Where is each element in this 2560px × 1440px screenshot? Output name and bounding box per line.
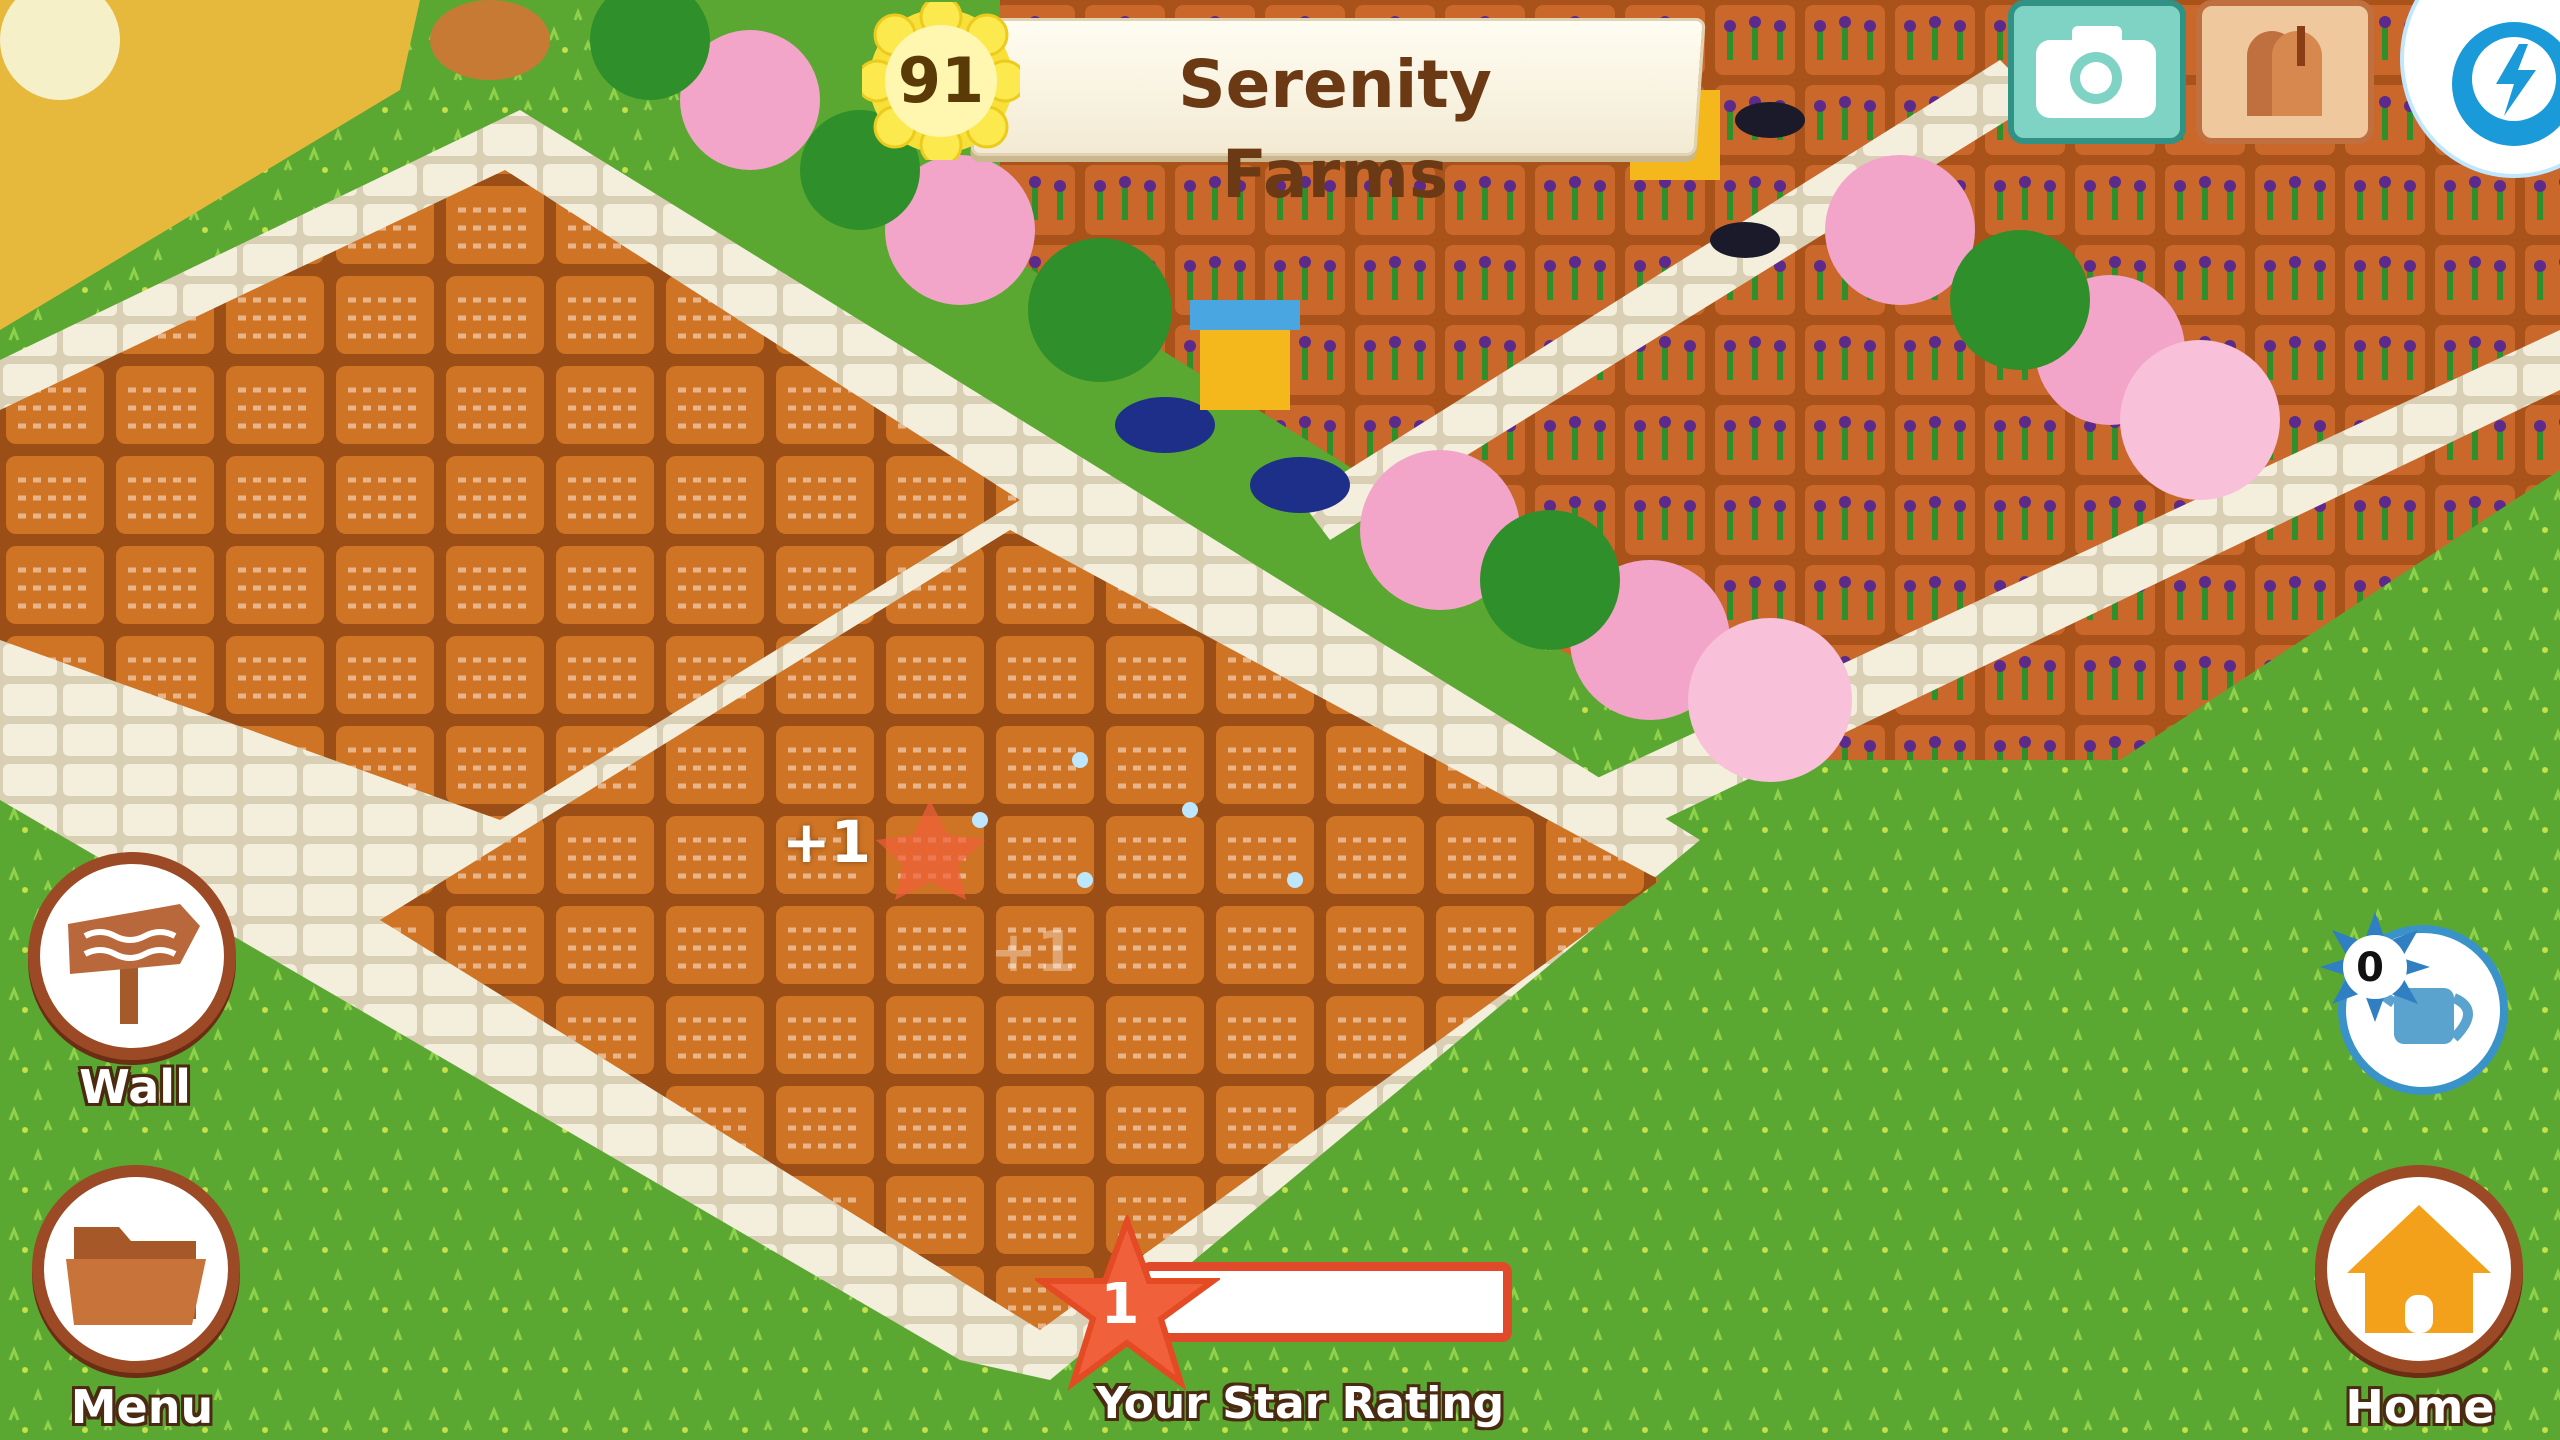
mailbox-button[interactable] <box>2196 0 2374 144</box>
energy-icon <box>2452 22 2560 146</box>
floating-reward-text: +1 <box>782 808 871 876</box>
energy-button[interactable] <box>2400 0 2560 178</box>
menu-label: Menu <box>70 1380 214 1434</box>
camera-icon <box>2036 26 2156 118</box>
deer[interactable] <box>430 0 550 80</box>
star-rating-label: Your Star Rating <box>1095 1378 1505 1429</box>
crow[interactable] <box>1710 222 1780 258</box>
menu-button[interactable] <box>32 1165 240 1373</box>
wall-label: Wall <box>79 1060 191 1114</box>
mailbox-icon <box>2247 26 2322 116</box>
signpost-icon <box>68 904 200 1024</box>
beehive[interactable] <box>1200 320 1290 410</box>
beehive-roof <box>1190 300 1300 330</box>
peacock[interactable] <box>1250 457 1350 513</box>
floating-reward-text: +1 <box>990 920 1076 985</box>
wall-button[interactable] <box>28 852 236 1060</box>
home-label: Home <box>2345 1380 2495 1434</box>
home-button[interactable] <box>2315 1165 2523 1373</box>
star-level: 1 <box>1100 1272 1140 1337</box>
water-count: 0 <box>2356 945 2384 991</box>
folder-icon <box>66 1227 206 1325</box>
crow[interactable] <box>1735 102 1805 138</box>
player-level: 91 <box>897 44 985 117</box>
camera-button[interactable] <box>2008 0 2186 144</box>
house-icon <box>2339 1189 2499 1349</box>
farm-name: Serenity Farms <box>1178 46 1492 213</box>
